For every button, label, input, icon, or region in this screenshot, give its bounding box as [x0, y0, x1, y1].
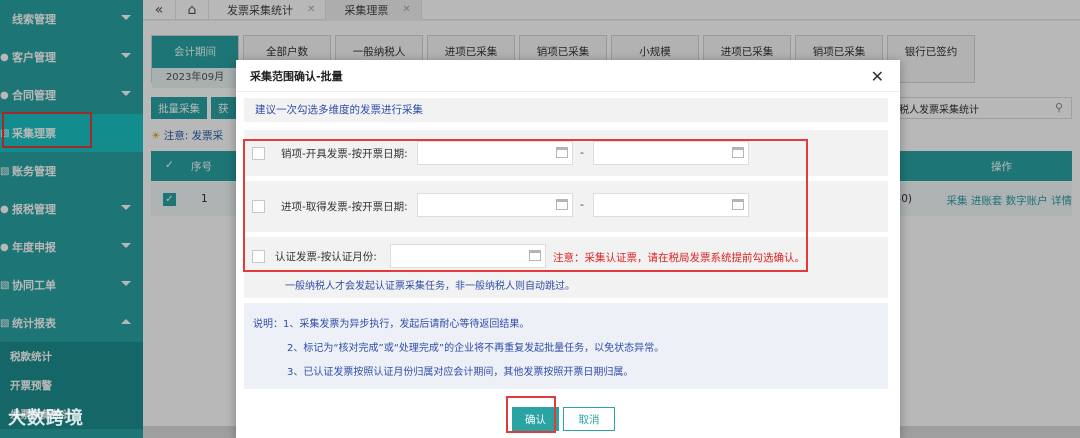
confirm-highlight-box: [506, 396, 556, 433]
watermark: 大数跨境: [8, 408, 84, 429]
cancel-button[interactable]: 取消: [563, 407, 615, 431]
certified-info: 一般纳税人才会发起认证票采集任务，非一般纳税人则自动跳过。: [285, 281, 575, 292]
note-line-2: 2、标记为“核对完成”或“处理完成”的企业将不再重复发起批量任务，以免状态异常。: [287, 343, 665, 354]
note-line-1: 说明：1、采集发票为异步执行，发起后请耐心等待返回结果。: [253, 319, 530, 330]
dialog-notes: 说明：1、采集发票为异步执行，发起后请耐心等待返回结果。 2、标记为“核对完成”…: [244, 303, 888, 389]
note-line-3: 3、已认证发票按照认证月份归属对应会计期间，其他发票按照开票日期归属。: [287, 367, 634, 378]
close-icon[interactable]: ✕: [871, 67, 884, 86]
options-highlight-box: [243, 139, 808, 272]
dialog-title: 采集范围确认-批量: [236, 60, 900, 92]
dialog-hint: 建议一次勾选多维度的发票进行采集: [244, 98, 888, 122]
